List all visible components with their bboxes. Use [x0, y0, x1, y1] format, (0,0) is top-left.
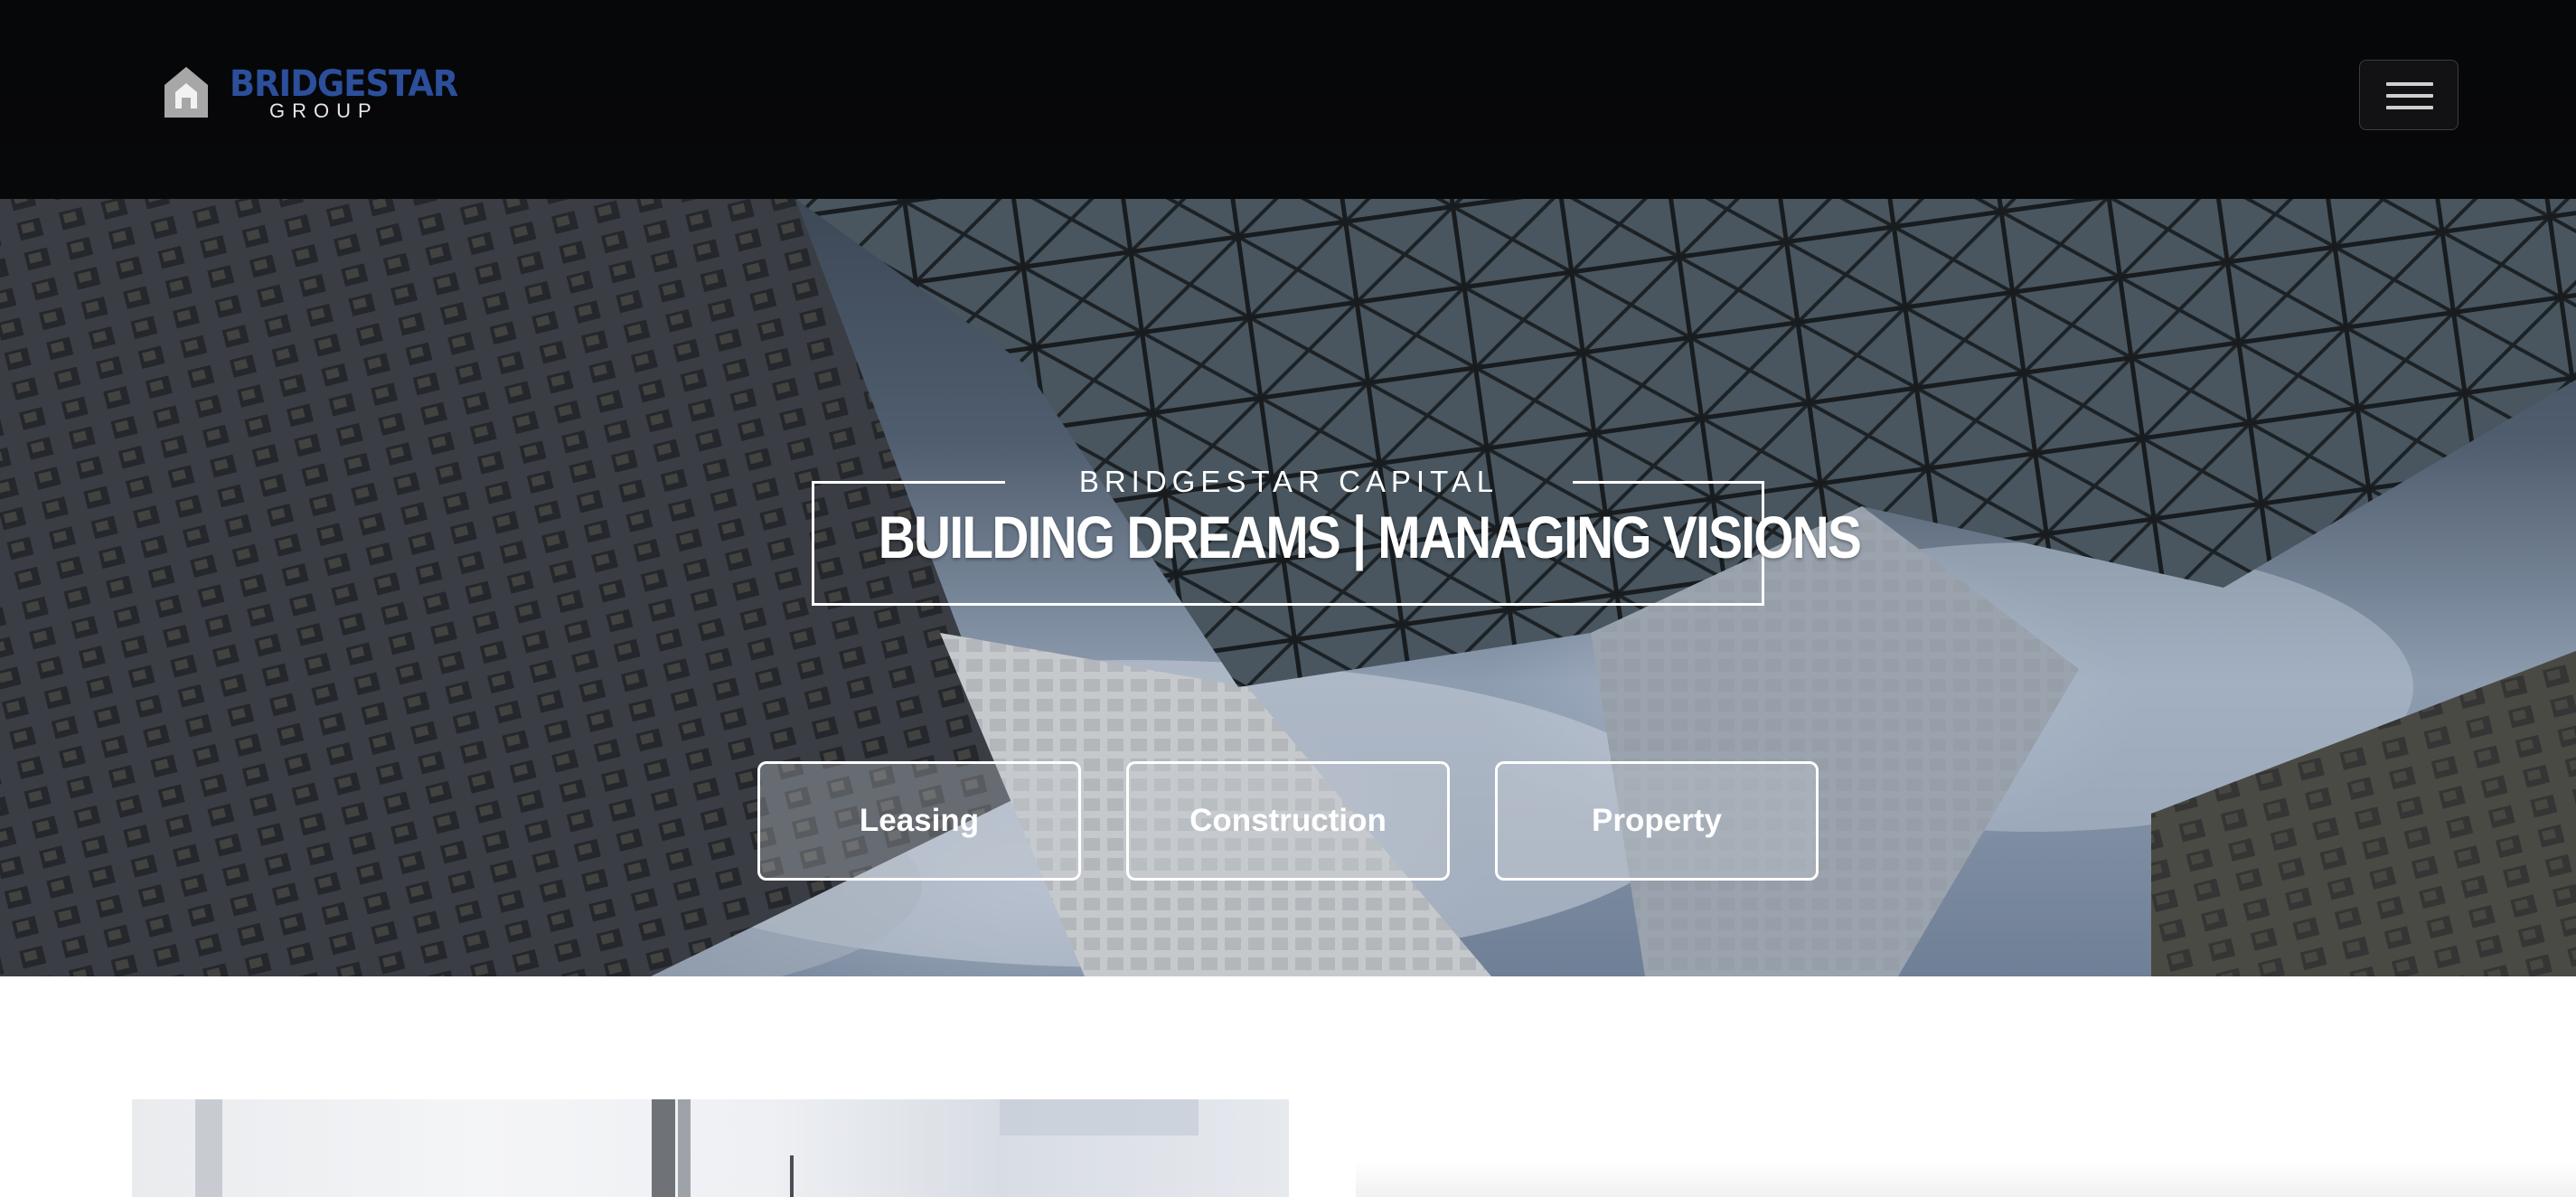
- leasing-button[interactable]: Leasing: [757, 761, 1081, 881]
- office-photo: [195, 1099, 1199, 1197]
- construction-button[interactable]: Construction: [1126, 761, 1450, 881]
- house-logo-icon: [165, 67, 208, 118]
- site-header: BRIDGESTAR GROUP: [0, 0, 2576, 199]
- brand-logo[interactable]: BRIDGESTAR GROUP: [163, 63, 458, 123]
- brand-subtitle: GROUP: [269, 99, 379, 122]
- hamburger-menu-icon: [2386, 94, 2433, 98]
- hamburger-menu-icon: [2386, 106, 2433, 109]
- menu-button[interactable]: [2359, 60, 2458, 130]
- section-text-area: [1356, 1161, 2576, 1197]
- hero-kicker: BRIDGESTAR CAPITAL: [1078, 465, 1500, 498]
- property-button[interactable]: Property: [1495, 761, 1819, 881]
- hamburger-menu-icon: [2386, 82, 2433, 86]
- section-image: [132, 1099, 1289, 1197]
- hero-headline: BUILDING DREAMS | MANAGING VISIONS: [878, 504, 1862, 570]
